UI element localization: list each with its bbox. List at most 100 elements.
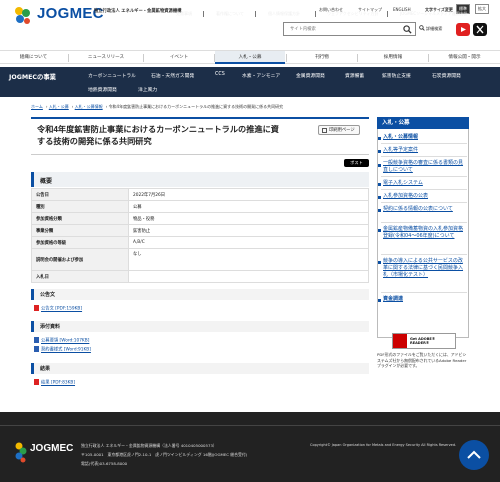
breadcrumb-current: 令和4年度鉱害防止事業におけるカーボンニュートラルの推進に資する技術の開発に係る… — [108, 104, 284, 109]
divider — [381, 222, 467, 223]
detail-search-icon — [419, 25, 425, 31]
sidebar-item-funding[interactable]: 資金調達 — [383, 296, 467, 303]
nav-publications[interactable]: 刊行物 — [287, 51, 357, 64]
sidebar-item-qualification[interactable]: 一般競争資格の審査に係る書類の見直しについて — [383, 160, 467, 174]
back-to-top-button[interactable] — [459, 440, 489, 470]
nav-about[interactable]: 組織について — [0, 51, 67, 64]
footer-separator — [203, 11, 204, 17]
footer-link-disclaimer[interactable]: 免責事項 — [176, 11, 192, 17]
divider — [381, 143, 467, 144]
footer-separator — [315, 11, 316, 17]
page-title: 令和4年度鉱害防止事業におけるカーボンニュートラルの推進に資する技術の開発に係る… — [37, 125, 279, 146]
notice-pdf-link[interactable]: 公告文 [PDF:159KB] — [41, 307, 82, 312]
subnav-link-geothermal[interactable]: 地熱資源開発 — [88, 86, 117, 93]
footer-separator — [255, 11, 256, 17]
table-key: 事業分類 — [31, 224, 129, 237]
sidebar-item-market-test[interactable]: 競争の導入による公共サービスの改革に関する法律に基づく民間競争入札（市場化テスト… — [383, 258, 467, 278]
post-label: ポスト — [350, 160, 363, 165]
sidebar-item-stockpile-bidding[interactable]: 金属鉱産物備蓄物資の入札参加資格登録(令和04〜06年度)について — [383, 226, 467, 240]
guidelines-word-link[interactable]: 公募要領 [Word:107KB] — [41, 339, 89, 344]
sidebar-item-bidding-info[interactable]: 入札・公募情報 — [383, 134, 467, 141]
nav-disclosure[interactable]: 情報公開・開示 — [429, 51, 500, 64]
nav-bidding[interactable]: 入札・公募 — [215, 51, 285, 64]
contract-word-link[interactable]: 契約書様式 [Word:91KB] — [41, 348, 91, 353]
subnav-link-mine-pollution[interactable]: 鉱害防止支援 — [382, 72, 411, 79]
youtube-icon[interactable] — [456, 23, 470, 36]
search-box[interactable]: サイト内検索 — [283, 22, 416, 36]
table-row: 参加資格分類 物品・役務 — [31, 212, 369, 225]
table-key: 説明会の開催および参加 — [31, 248, 129, 271]
sidebar-menu: 入札・公募情報 入札等予定案件 一般競争資格の審査に係る書類の見直しについて 電… — [377, 129, 469, 338]
x-twitter-icon[interactable] — [473, 23, 487, 36]
nav-events[interactable]: イベント — [144, 51, 214, 64]
subnav-link-oil-gas[interactable]: 石油・天然ガス開発 — [151, 72, 194, 79]
table-key: 公告日 — [31, 188, 129, 201]
search-icon[interactable] — [403, 25, 412, 34]
subnav-link-metals[interactable]: 金属資源開発 — [296, 72, 325, 79]
sidebar-item-e-bidding[interactable]: 電子入札システム — [383, 180, 467, 187]
divider — [381, 156, 467, 157]
breadcrumb-bidding[interactable]: 入札・公募 — [49, 104, 69, 109]
table-row: 種別 公募 — [31, 200, 369, 213]
word-icon — [34, 337, 39, 343]
divider — [381, 202, 467, 203]
table-key: 入札日 — [31, 270, 129, 283]
overview-heading: 概要 — [31, 172, 369, 187]
breadcrumb-bidding-info[interactable]: 入札・公募情報 — [75, 104, 103, 109]
footer-link-accessibility[interactable]: ウェブアクセシビリティ方針 — [327, 11, 379, 17]
attachment-download: 公募要領 [Word:107KB] — [34, 337, 89, 344]
subnav-link-stockpile[interactable]: 資源備蓄 — [345, 72, 364, 79]
footer-logo-text: JOGMEC — [30, 443, 74, 454]
table-row: 説明会の開催および参加 なし — [31, 248, 369, 271]
overview-heading-text: 概要 — [40, 178, 53, 185]
sidebar-item-qualification-list[interactable]: 入札参加資格の公表 — [383, 193, 467, 200]
bullet-icon — [378, 229, 381, 232]
attachments-heading-text: 添付資料 — [40, 324, 61, 330]
table-value: なし — [128, 248, 369, 271]
breadcrumb-sep: › — [45, 104, 48, 109]
adobe-note: PDF形式のファイルをご覧いただくには、アドビシステムズ社から無償配布されている… — [377, 352, 467, 368]
print-button[interactable]: 印刷用ページ — [318, 125, 360, 135]
bullet-icon — [378, 183, 381, 186]
sidebar-heading[interactable]: 入札・公募 — [377, 117, 469, 129]
search-input[interactable]: サイト内検索 — [290, 26, 316, 32]
footer-link-social-policy[interactable]: JOGMECソーシャルメディア運用方針 — [400, 11, 468, 17]
table-value: 鉱害防止 — [128, 224, 369, 237]
bullet-icon — [378, 261, 381, 264]
sidebar-item-scheduled[interactable]: 入札等予定案件 — [383, 147, 467, 154]
business-subnav: JOGMECの事業 カーボンニュートラル 石油・天然ガス開発 CCS 水素・アン… — [0, 67, 500, 97]
table-key: 参加資格分類 — [31, 212, 129, 225]
table-value: 物品・役務 — [128, 212, 369, 225]
subnav-link-hydrogen[interactable]: 水素・アンモニア — [242, 72, 280, 79]
result-pdf-link[interactable]: 結果 [PDF:83KB] — [41, 381, 75, 386]
org-name: 独立行政法人 エネルギー・金属鉱物資源機構 — [94, 9, 182, 14]
table-key: 種別 — [31, 200, 129, 213]
subnav-link-coal[interactable]: 石炭資源開発 — [432, 72, 461, 79]
global-nav: 組織について ニュースリリース イベント 入札・公募 刊行物 採用情報 情報公開… — [0, 50, 500, 64]
sidebar-item-contract-info[interactable]: 契約に係る情報の公表について — [383, 206, 467, 213]
font-large-button[interactable]: 拡大 — [475, 4, 489, 14]
subnav-link-offshore-wind[interactable]: 洋上風力 — [138, 86, 157, 93]
breadcrumb-sep: › — [71, 104, 74, 109]
adobe-reader-banner[interactable]: Get ADOBE® READER® — [392, 333, 456, 349]
jogmec-logo-icon[interactable] — [11, 4, 35, 28]
table-row: 事業分類 鉱害防止 — [31, 224, 369, 237]
subnav-link-carbon-neutral[interactable]: カーボンニュートラル — [88, 72, 136, 79]
subnav-title: JOGMECの事業 — [9, 74, 56, 81]
sidebar-heading-text: 入札・公募 — [382, 120, 410, 126]
x-post-button[interactable]: ポスト — [344, 159, 369, 167]
detail-search-link[interactable]: 詳細検索 — [426, 26, 442, 32]
footer-link-privacy[interactable]: 個人情報保護方針 — [268, 11, 300, 17]
breadcrumb-home[interactable]: ホーム — [31, 104, 43, 109]
breadcrumb: ホーム › 入札・公募 › 入札・公募情報 › 令和4年度鉱害防止事業におけるカーボン… — [31, 104, 283, 110]
divider — [381, 189, 467, 190]
footer-link-copyright[interactable]: 著作権について — [216, 11, 244, 17]
nav-news[interactable]: ニュースリリース — [69, 51, 143, 64]
footer-tel: 電話(代表)03-6758-8000 — [81, 461, 128, 466]
divider — [381, 254, 467, 255]
attachment-download: 契約書様式 [Word:91KB] — [34, 346, 91, 353]
chevron-up-icon — [467, 450, 481, 459]
subnav-link-ccs[interactable]: CCS — [215, 72, 225, 77]
adobe-label: Get ADOBE® READER® — [410, 337, 436, 345]
nav-recruit[interactable]: 採用情報 — [358, 51, 428, 64]
